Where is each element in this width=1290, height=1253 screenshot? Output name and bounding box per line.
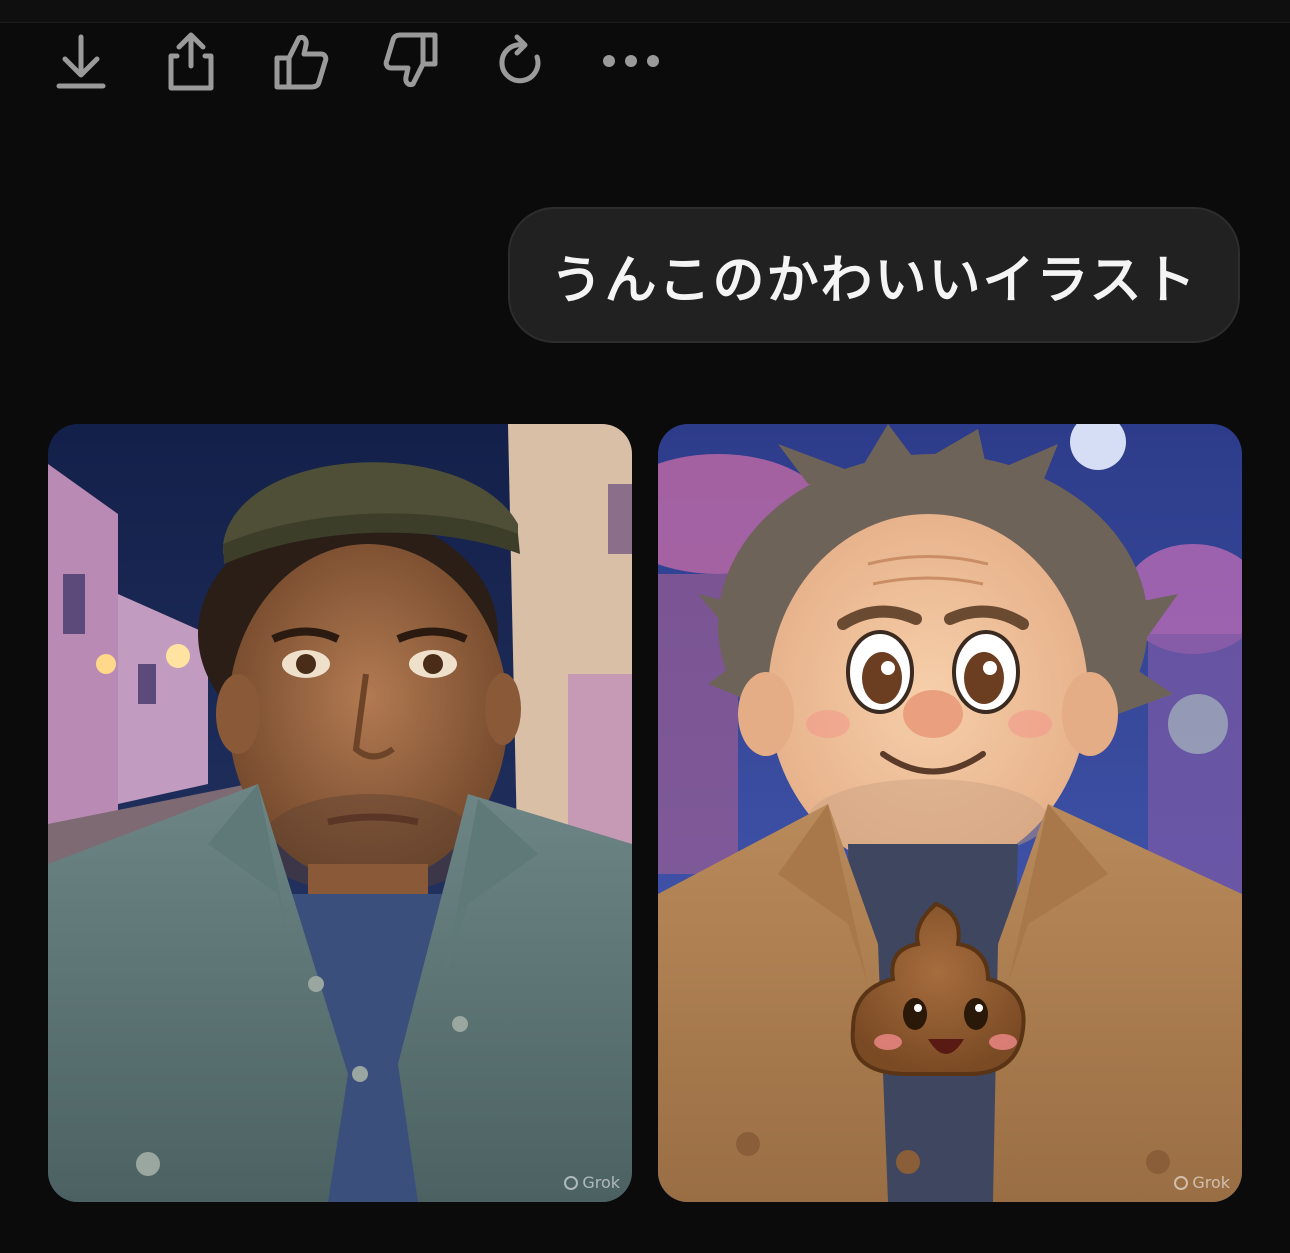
regenerate-button[interactable] bbox=[490, 30, 552, 92]
more-options-button[interactable] bbox=[600, 30, 662, 92]
like-button[interactable] bbox=[270, 30, 332, 92]
top-edge bbox=[0, 0, 1290, 23]
thumbs-down-icon bbox=[383, 32, 438, 87]
user-message-bubble: うんこのかわいいイラスト bbox=[508, 207, 1240, 343]
grok-watermark: Grok bbox=[1174, 1173, 1230, 1192]
generated-image-2[interactable]: Grok bbox=[658, 424, 1242, 1202]
thumbs-up-icon bbox=[274, 35, 329, 90]
response-action-bar bbox=[50, 26, 710, 96]
man-portrait-photo bbox=[48, 424, 632, 1202]
user-message-text: うんこのかわいいイラスト bbox=[550, 250, 1198, 311]
cartoon-man-with-poop-illustration bbox=[658, 424, 1242, 1202]
generated-image-1[interactable]: Grok bbox=[48, 424, 632, 1202]
download-button[interactable] bbox=[50, 30, 112, 92]
share-icon bbox=[168, 32, 214, 91]
more-options-icon bbox=[603, 55, 659, 67]
grok-watermark: Grok bbox=[564, 1173, 620, 1192]
download-icon bbox=[56, 34, 106, 89]
share-button[interactable] bbox=[160, 30, 222, 92]
dislike-button[interactable] bbox=[380, 30, 442, 92]
regenerate-icon bbox=[499, 34, 541, 84]
